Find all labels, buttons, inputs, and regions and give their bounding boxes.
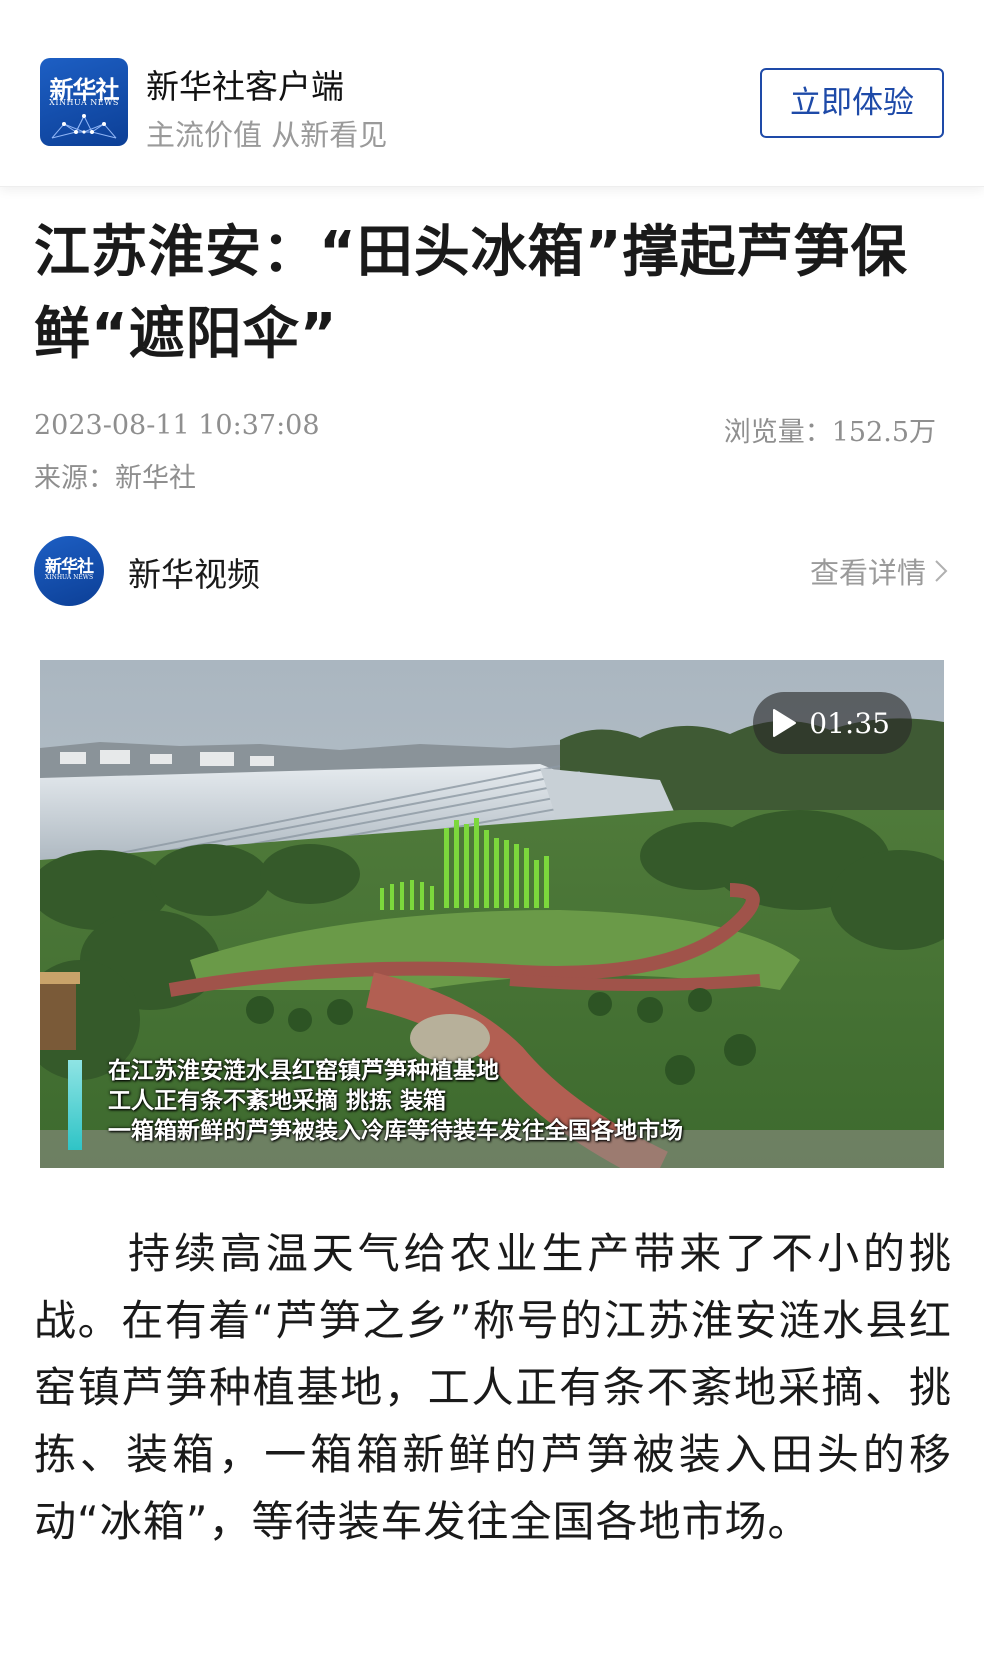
avatar-english-text: XINHUA NEWS [44,574,94,581]
view-count-label: 浏览量： [723,417,832,448]
video-duration: 01:35 [809,706,890,740]
channel-name[interactable]: 新华视频 [128,548,260,596]
app-name: 新华社客户端 [146,67,344,106]
chevron-right-icon [935,560,948,582]
app-slogan: 主流价值 从新看见 [146,118,388,152]
play-icon [773,709,797,737]
app-download-banner: 新华社 XINHUA NEWS 新华社客户端 主流价值 从新看见 立即体验 [0,0,984,187]
network-globe-icon [51,114,117,139]
video-subtitles: 在江苏淮安涟水县红窑镇芦笋种植基地 工人正有条不紊地采摘 挑拣 装箱 一箱箱新鲜… [108,1056,683,1146]
article-title: 江苏淮安：“田头冰箱”撑起芦笋保鲜“遮阳伞” [34,220,908,367]
view-count-value: 152.5万 [831,417,936,448]
video-duration-badge[interactable]: 01:35 [753,692,912,754]
view-details-label: 查看详情 [809,556,926,590]
subtitle-line: 在江苏淮安涟水县红窑镇芦笋种植基地 [108,1058,499,1084]
view-count: 浏览量：152.5万 [724,410,936,449]
channel-avatar[interactable]: 新华社 XINHUA NEWS [34,536,104,606]
article-source: 来源：新华社 [34,463,196,494]
subtitle-line: 工人正有条不紊地采摘 挑拣 装箱 [108,1088,447,1114]
video-player[interactable]: 01:35 在江苏淮安涟水县红窑镇芦笋种植基地 工人正有条不紊地采摘 挑拣 装箱… [40,660,944,1168]
xinhua-app-logo[interactable]: 新华社 XINHUA NEWS [40,58,128,146]
logo-english-text: XINHUA NEWS [49,98,119,107]
publish-date: 2023-08-11 10:37:08 [34,410,320,441]
article-body-paragraph: 持续高温天气给农业生产带来了不小的挑战。在有着“芦笋之乡”称号的江苏淮安涟水县红… [34,1229,952,1546]
subtitle-accent-bar [68,1060,82,1150]
view-details-link[interactable]: 查看详情 [810,550,948,592]
subtitle-line: 一箱箱新鲜的芦笋被装入冷库等待装车发往全国各地市场 [108,1118,683,1144]
try-now-button[interactable]: 立即体验 [760,68,944,138]
